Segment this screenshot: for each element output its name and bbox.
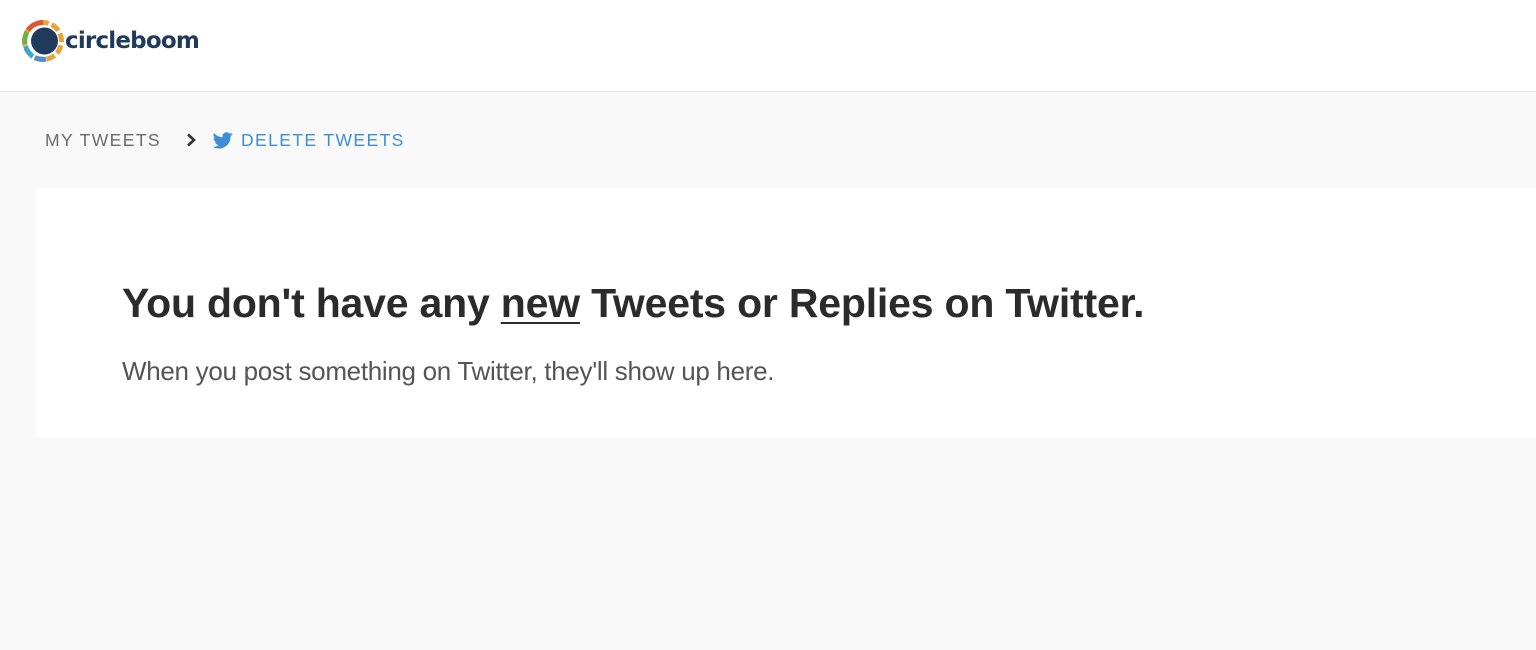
breadcrumb-delete-tweets[interactable]: DELETE TWEETS bbox=[241, 130, 405, 151]
heading-emphasis-new: new bbox=[500, 280, 580, 326]
empty-state-message: When you post something on Twitter, they… bbox=[122, 356, 775, 386]
breadcrumb-my-tweets[interactable]: MY TWEETS bbox=[45, 130, 161, 151]
circleboom-logo[interactable]: circleboom bbox=[22, 19, 200, 63]
heading-text-start: You don't have any bbox=[122, 280, 501, 326]
chevron-right-icon bbox=[187, 133, 196, 147]
brand-name: circleboom bbox=[65, 28, 200, 54]
heading-text-end: Tweets or Replies on Twitter. bbox=[579, 280, 1145, 326]
top-navigation-bar: circleboom bbox=[0, 0, 1536, 92]
twitter-bird-icon bbox=[213, 131, 233, 148]
empty-state-heading: You don't have any new Tweets or Replies… bbox=[122, 280, 1144, 327]
breadcrumb: MY TWEETS DELETE TWEETS bbox=[45, 128, 405, 152]
empty-state-card: You don't have any new Tweets or Replies… bbox=[36, 188, 1536, 437]
circleboom-logo-icon bbox=[22, 20, 64, 62]
